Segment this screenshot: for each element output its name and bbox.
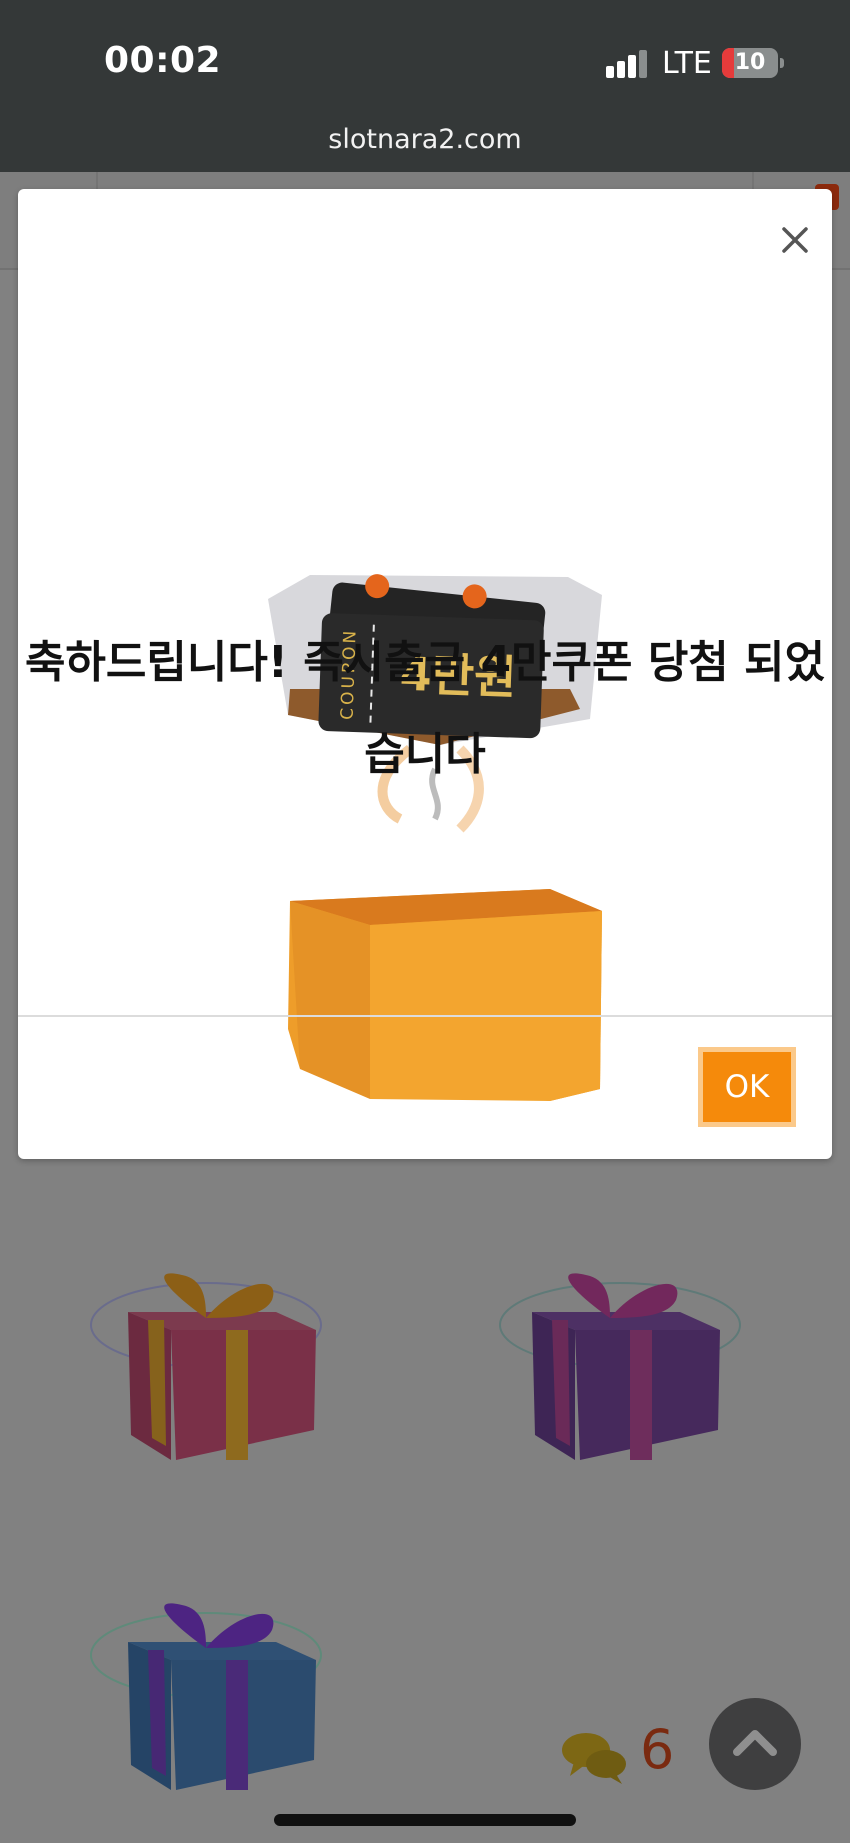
status-bar: 00:02 LTE 10 slotnara2.com xyxy=(0,0,850,172)
gift-box-red[interactable] xyxy=(86,1270,336,1470)
message-line-2: 습니다 xyxy=(364,729,486,780)
chat-icon[interactable] xyxy=(560,1730,630,1786)
battery-level: 10 xyxy=(734,50,766,75)
scroll-top-button[interactable] xyxy=(709,1698,801,1790)
home-indicator xyxy=(274,1814,576,1826)
ok-button[interactable]: OK xyxy=(698,1047,796,1127)
signal-icon xyxy=(606,50,648,78)
chat-count: 6 xyxy=(640,1718,675,1781)
browser-url[interactable]: slotnara2.com xyxy=(0,124,850,155)
gift-box-blue[interactable] xyxy=(86,1600,336,1800)
message-line-1: 축하드립니다! 즉시출금 4만쿠폰 당첨 되었 xyxy=(24,637,826,688)
status-time: 00:02 xyxy=(104,40,222,81)
congratulations-message: 축하드립니다! 즉시출금 4만쿠폰 당첨 되었 습니다 xyxy=(18,617,832,801)
modal-body: COUPON 4만원 축하드립니다! 즉시출금 4만쿠폰 당첨 되었 습니다 xyxy=(18,189,832,1101)
chevron-up-icon xyxy=(733,1730,777,1756)
battery-icon: 10 xyxy=(722,48,778,78)
network-type: LTE xyxy=(662,46,712,81)
gift-box-purple[interactable] xyxy=(490,1270,750,1470)
battery-cap xyxy=(780,58,784,68)
close-icon[interactable] xyxy=(772,217,816,261)
modal-footer: OK xyxy=(18,1015,832,1161)
coupon-modal: COUPON 4만원 축하드립니다! 즉시출금 4만쿠폰 당첨 되었 습니다 O… xyxy=(18,189,832,1159)
